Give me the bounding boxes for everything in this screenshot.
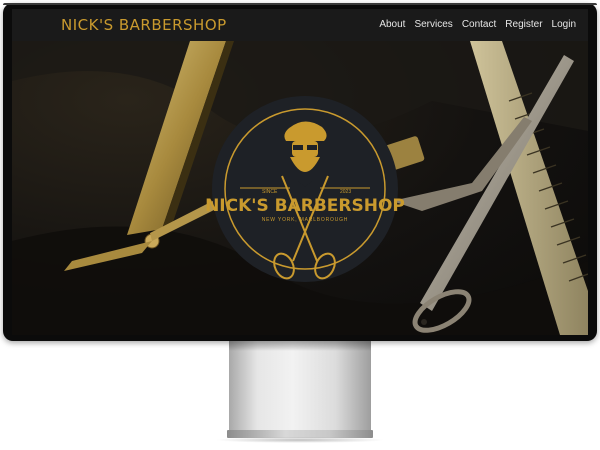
logo-year: 2023 bbox=[340, 189, 351, 195]
hero-image: SINCE 2023 NICK'S BARBERSHOP NEW YORK, M… bbox=[12, 41, 588, 335]
logo-location: NEW YORK, MARLBOROUGH bbox=[262, 217, 348, 223]
nav-link-login[interactable]: Login bbox=[552, 19, 576, 30]
logo-since: SINCE bbox=[262, 189, 278, 195]
stand-shadow bbox=[229, 341, 371, 351]
hero-banner: SINCE 2023 NICK'S BARBERSHOP NEW YORK, M… bbox=[12, 41, 588, 335]
nav-link-contact[interactable]: Contact bbox=[462, 19, 496, 30]
logo-title: NICK'S BARBERSHOP bbox=[205, 196, 405, 216]
nav-link-about[interactable]: About bbox=[379, 19, 405, 30]
brand-title[interactable]: NICK'S BARBERSHOP bbox=[61, 16, 227, 34]
screen: NICK'S BARBERSHOP About Services Contact… bbox=[12, 9, 588, 335]
bezel-highlight bbox=[3, 3, 597, 5]
nav-link-services[interactable]: Services bbox=[414, 19, 452, 30]
nav-link-register[interactable]: Register bbox=[505, 19, 542, 30]
navbar: NICK'S BARBERSHOP About Services Contact… bbox=[12, 9, 588, 41]
base-shadow bbox=[215, 437, 385, 443]
nav-links: About Services Contact Register Login bbox=[379, 19, 576, 30]
monitor-stand-neck bbox=[229, 341, 371, 433]
monitor-frame: NICK'S BARBERSHOP About Services Contact… bbox=[3, 3, 597, 341]
